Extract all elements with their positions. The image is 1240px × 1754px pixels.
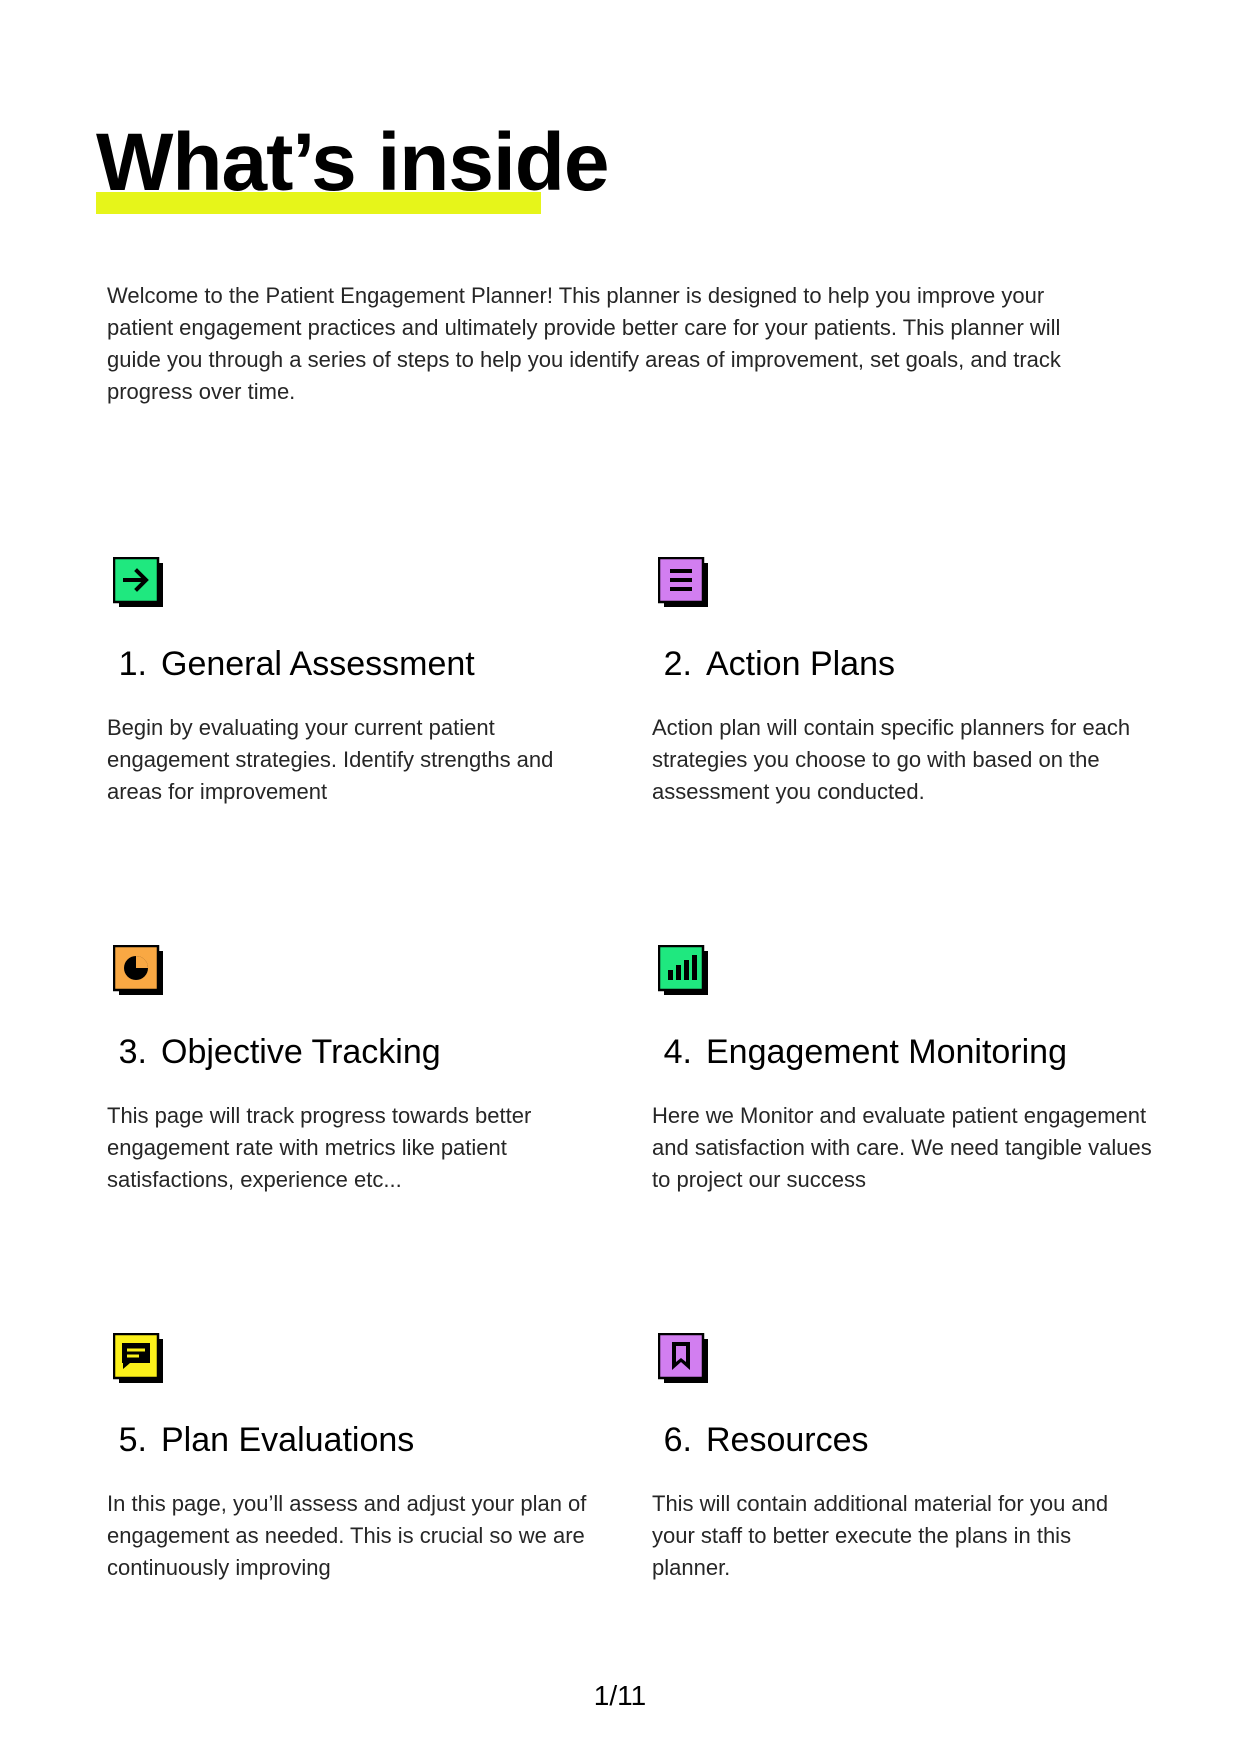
page-title: What’s inside (96, 117, 609, 208)
section-number: 2. (663, 645, 692, 683)
section-number: 5. (118, 1421, 147, 1459)
pie-chart-icon (113, 945, 163, 995)
section-number: 4. (663, 1033, 692, 1071)
section-number: 3. (118, 1033, 147, 1071)
section-heading: 4. Engagement Monitoring (652, 1031, 1067, 1073)
section-description: This page will track progress towards be… (107, 1103, 532, 1192)
section-description: Here we Monitor and evaluate patient eng… (652, 1103, 1152, 1192)
section-heading: 6. Resources (652, 1419, 869, 1461)
section-heading: 3. Objective Tracking (107, 1031, 441, 1073)
title-block: What’s inside (96, 117, 609, 214)
section-title: Objective Tracking (161, 1033, 441, 1071)
section-description: This will contain additional material fo… (652, 1491, 1109, 1580)
bookmark-icon (658, 1333, 708, 1383)
section-title: Action Plans (706, 645, 895, 683)
section-title: Engagement Monitoring (706, 1033, 1068, 1071)
section-description: In this page, you’ll assess and adjust y… (107, 1491, 587, 1580)
section-title: Plan Evaluations (161, 1421, 415, 1459)
bar-chart-icon (658, 945, 708, 995)
section-title: Resources (706, 1421, 869, 1459)
section-number: 1. (118, 645, 147, 683)
list-icon (658, 557, 708, 607)
section-heading: 2. Action Plans (652, 643, 895, 685)
page-number: 1/11 (593, 1680, 647, 1711)
chat-bubble-icon (113, 1333, 163, 1383)
section-description: Begin by evaluating your current patient… (107, 715, 554, 804)
section-heading: 5. Plan Evaluations (107, 1419, 415, 1461)
section-title: General Assessment (161, 645, 475, 683)
intro-paragraph: Welcome to the Patient Engagement Planne… (107, 283, 1061, 404)
section-number: 6. (663, 1421, 692, 1459)
arrow-right-icon (113, 557, 163, 607)
section-heading: 1. General Assessment (107, 643, 475, 685)
section-description: Action plan will contain specific planne… (652, 715, 1131, 804)
